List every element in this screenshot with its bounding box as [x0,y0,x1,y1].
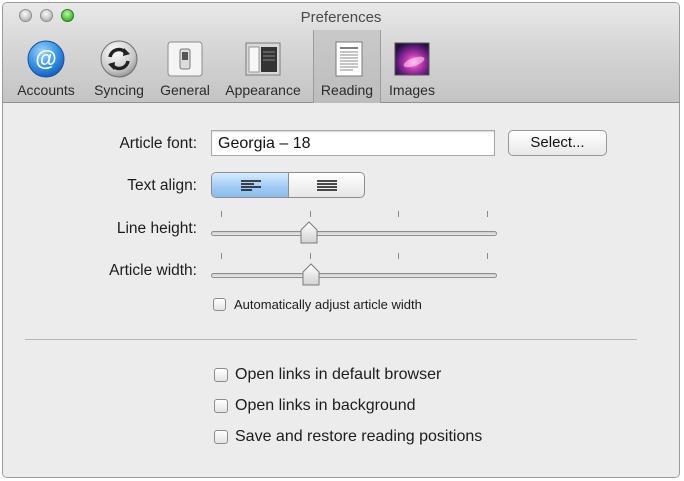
article-width-label: Article width: [109,262,197,279]
slider-track [211,273,497,278]
slider-tick [487,253,488,259]
window-title: Preferences [300,9,382,26]
toolbar-label-reading: Reading [320,82,374,98]
reading-preferences-pane: Article font: Georgia – 18 Select... Tex… [3,103,679,477]
article-font-field[interactable]: Georgia – 18 [211,130,495,156]
open-background-label: Open links in background [235,397,416,414]
select-font-button[interactable]: Select... [508,130,607,156]
slider-tick [398,253,400,259]
open-default-browser-checkbox[interactable] [214,368,228,382]
toolbar-label-appearance: Appearance [225,82,301,98]
slider-tick [398,211,400,217]
justify-segment[interactable] [289,173,364,197]
text-align-segmented-control [211,172,365,198]
save-reading-positions-label: Save and restore reading positions [235,428,483,445]
toolbar-item-general[interactable]: General [153,30,217,103]
sync-icon [100,40,138,78]
toolbar-item-images[interactable]: Images [383,30,441,103]
toolbar-label-images: Images [389,82,435,98]
justify-icon [317,180,337,191]
at-sign-icon: @ [27,40,65,78]
slider-tick [221,211,222,217]
auto-adjust-checkbox[interactable] [213,298,226,311]
auto-adjust-label: Automatically adjust article width [234,297,422,312]
toolbar-item-accounts[interactable]: @ Accounts [9,30,83,103]
toolbar-label-accounts: Accounts [17,82,75,98]
toolbar-item-syncing[interactable]: Syncing [85,30,153,103]
align-left-segment[interactable] [212,173,289,197]
article-width-slider[interactable] [211,253,499,293]
slider-knob[interactable] [299,221,319,245]
preferences-window: Preferences @ Accounts Syncing General A… [2,2,680,478]
slider-track [211,231,497,236]
save-reading-positions-checkbox[interactable] [214,430,228,444]
line-height-slider[interactable] [211,211,499,251]
toolbar-label-general: General [160,82,210,98]
toggle-switch-icon [167,41,203,77]
appearance-window-icon [245,42,281,76]
section-divider [25,339,637,340]
open-default-browser-label: Open links in default browser [235,366,442,383]
line-height-label: Line height: [116,220,197,237]
toolbar: Preferences @ Accounts Syncing General A… [3,3,679,103]
toolbar-item-reading[interactable]: Reading [313,30,381,103]
slider-tick [487,211,488,217]
svg-text:@: @ [35,46,56,71]
toolbar-item-appearance[interactable]: Appearance [219,30,307,103]
slider-knob[interactable] [301,263,321,287]
document-page-icon [335,41,363,77]
galaxy-image-icon [394,42,430,76]
article-font-label: Article font: [119,135,197,152]
toolbar-label-syncing: Syncing [94,82,144,98]
text-align-label: Text align: [127,177,197,194]
open-background-checkbox[interactable] [214,399,228,413]
slider-tick [221,253,222,259]
align-left-icon [241,180,261,191]
slider-tick [309,253,311,259]
slider-tick [309,211,311,217]
